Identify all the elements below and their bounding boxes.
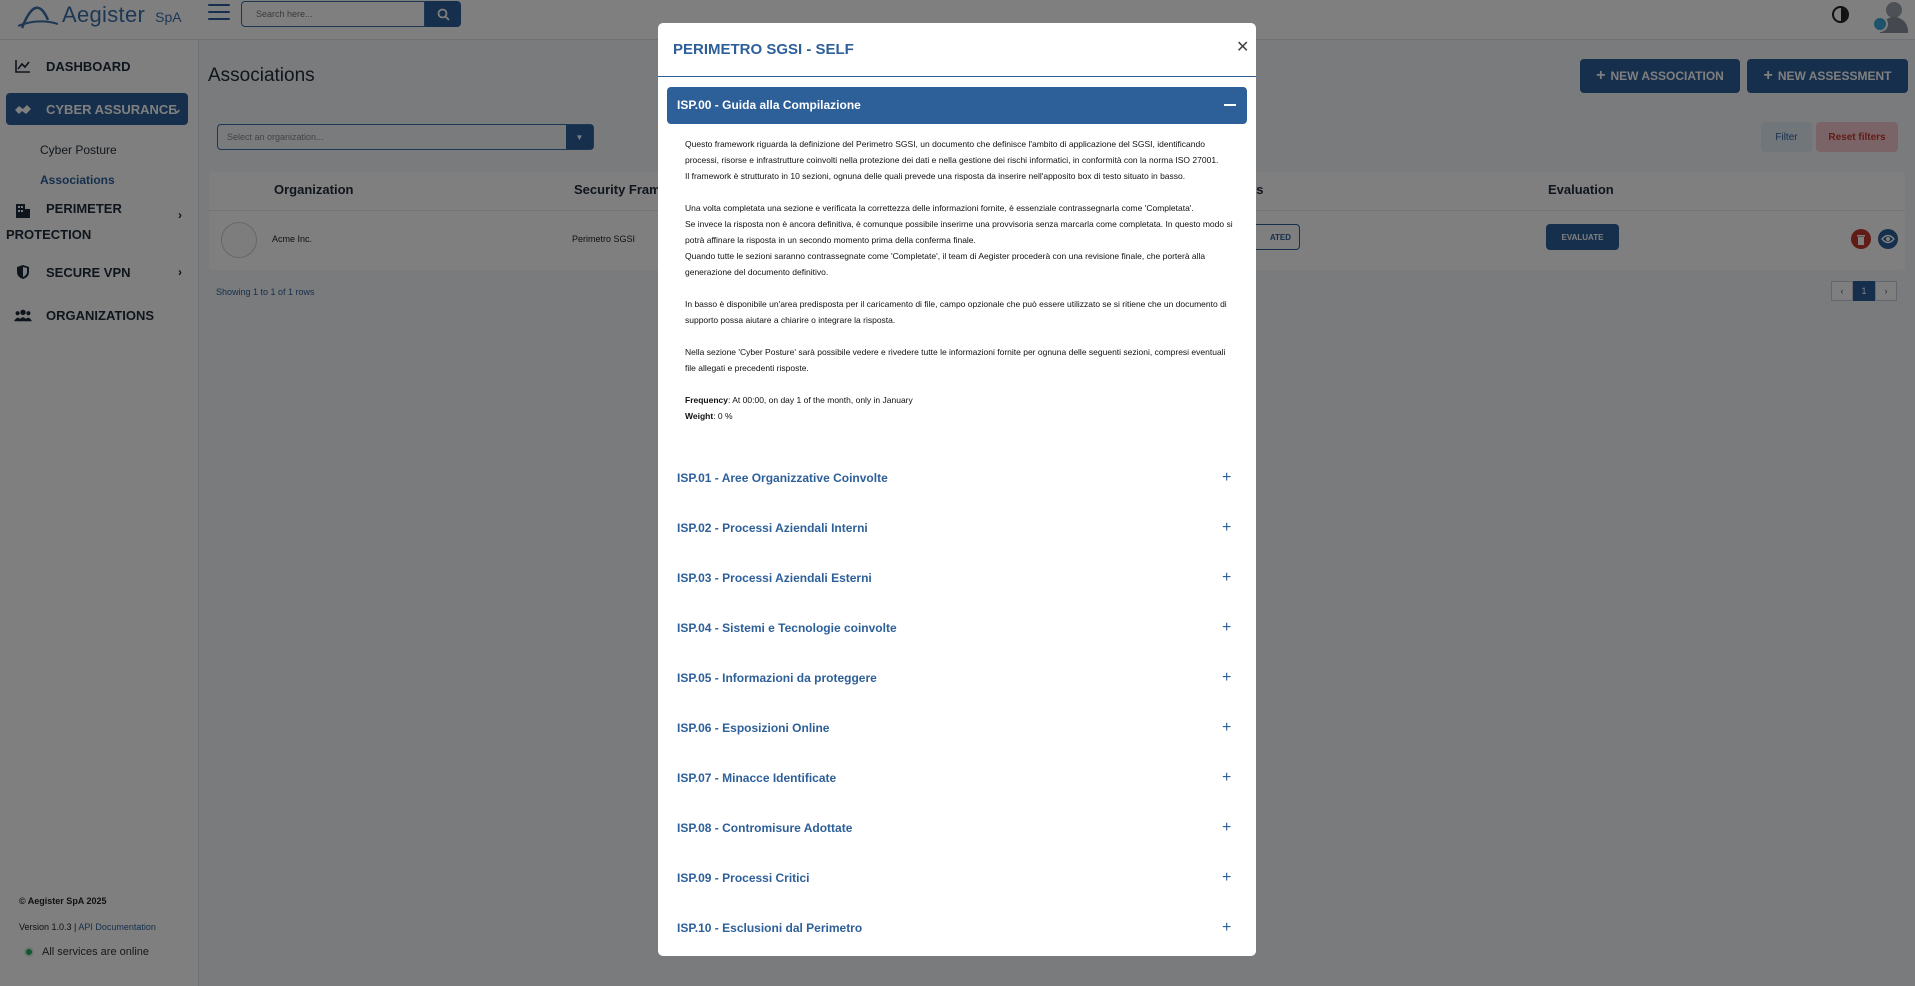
accordion-title: ISP.10 - Esclusioni dal Perimetro xyxy=(677,921,863,935)
accordion-title: ISP.01 - Aree Organizzative Coinvolte xyxy=(677,471,888,485)
plus-icon: + xyxy=(1222,669,1232,686)
plus-icon: + xyxy=(1222,719,1232,736)
framework-modal: PERIMETRO SGSI - SELF ✕ ISP.00 - Guida a… xyxy=(658,23,1256,956)
accordion-title: ISP.04 - Sistemi e Tecnologie coinvolte xyxy=(677,621,897,635)
accordion-title: ISP.00 - Guida alla Compilazione xyxy=(677,98,861,112)
guide-paragraph: Questo framework riguarda la definizione… xyxy=(685,139,1219,165)
minus-icon xyxy=(1224,104,1236,106)
plus-icon: + xyxy=(1222,519,1232,536)
frequency-label: Frequency xyxy=(685,395,728,405)
accordion-title: ISP.02 - Processi Aziendali Interni xyxy=(677,521,868,535)
guide-paragraph: Se invece la risposta non è ancora defin… xyxy=(685,219,1233,245)
accordion-title: ISP.09 - Processi Critici xyxy=(677,871,810,885)
guide-paragraph: Il framework è strutturato in 10 sezioni… xyxy=(685,171,1186,181)
accordion-section-isp06[interactable]: ISP.06 - Esposizioni Online + xyxy=(667,713,1247,743)
guide-paragraph: In basso è disponibile un'area predispos… xyxy=(685,299,1227,325)
accordion-section-isp08[interactable]: ISP.08 - Contromisure Adottate + xyxy=(667,813,1247,843)
plus-icon: + xyxy=(1222,819,1232,836)
accordion-title: ISP.06 - Esposizioni Online xyxy=(677,721,830,735)
plus-icon: + xyxy=(1222,469,1232,486)
plus-icon: + xyxy=(1222,569,1232,586)
plus-icon: + xyxy=(1222,869,1232,886)
frequency-line: Frequency: At 00:00, on day 1 of the mon… xyxy=(685,392,1233,408)
plus-icon: + xyxy=(1222,619,1232,636)
accordion-title: ISP.03 - Processi Aziendali Esterni xyxy=(677,571,872,585)
guide-paragraph: Una volta completata una sezione e verif… xyxy=(685,203,1194,213)
accordion-section-isp09[interactable]: ISP.09 - Processi Critici + xyxy=(667,863,1247,893)
weight-label: Weight xyxy=(685,411,714,421)
accordion-body: Questo framework riguarda la definizione… xyxy=(685,136,1233,424)
accordion-title: ISP.05 - Informazioni da proteggere xyxy=(677,671,877,685)
guide-paragraph: Quando tutte le sezioni saranno contrass… xyxy=(685,251,1206,277)
accordion-section-isp07[interactable]: ISP.07 - Minacce Identificate + xyxy=(667,763,1247,793)
accordion-section-isp01[interactable]: ISP.01 - Aree Organizzative Coinvolte + xyxy=(667,463,1247,493)
weight-line: Weight: 0 % xyxy=(685,408,1233,424)
accordion-section-isp02[interactable]: ISP.02 - Processi Aziendali Interni + xyxy=(667,513,1247,543)
accordion-section-isp10[interactable]: ISP.10 - Esclusioni dal Perimetro + xyxy=(667,913,1247,943)
accordion-section-isp04[interactable]: ISP.04 - Sistemi e Tecnologie coinvolte + xyxy=(667,613,1247,643)
plus-icon: + xyxy=(1222,769,1232,786)
frequency-value: : At 00:00, on day 1 of the month, only … xyxy=(728,395,913,405)
modal-title: PERIMETRO SGSI - SELF xyxy=(673,41,854,58)
close-icon[interactable]: ✕ xyxy=(1236,40,1249,56)
modal-header: PERIMETRO SGSI - SELF ✕ xyxy=(658,23,1256,77)
accordion-title: ISP.07 - Minacce Identificate xyxy=(677,771,837,785)
guide-paragraph: Nella sezione 'Cyber Posture' sarà possi… xyxy=(685,347,1226,373)
weight-value: : 0 % xyxy=(713,411,733,421)
accordion-section-isp05[interactable]: ISP.05 - Informazioni da proteggere + xyxy=(667,663,1247,693)
accordion-section-isp00[interactable]: ISP.00 - Guida alla Compilazione xyxy=(667,87,1247,124)
accordion-section-isp03[interactable]: ISP.03 - Processi Aziendali Esterni + xyxy=(667,563,1247,593)
accordion-title: ISP.08 - Contromisure Adottate xyxy=(677,821,853,835)
plus-icon: + xyxy=(1222,919,1232,936)
